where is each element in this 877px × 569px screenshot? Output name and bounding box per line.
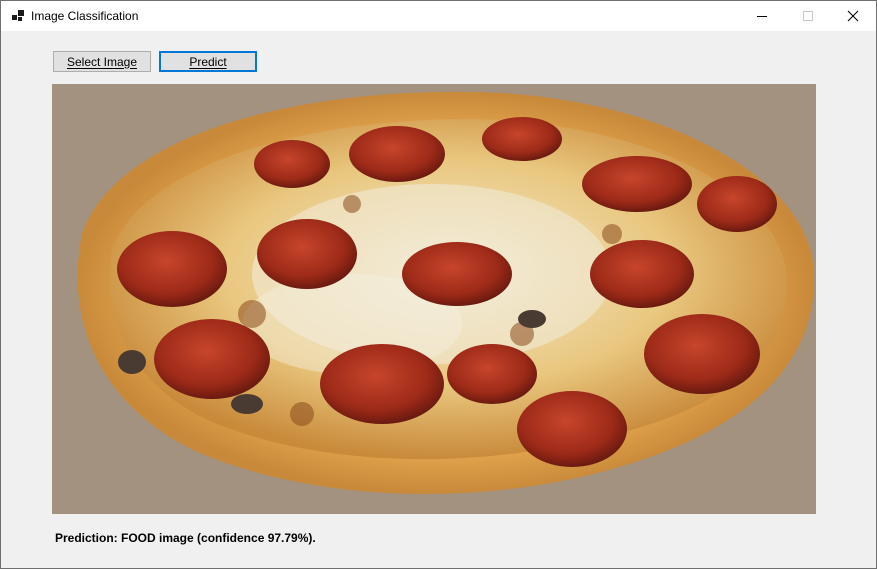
close-icon	[847, 10, 859, 22]
select-image-label: Select Image	[66, 54, 138, 69]
pizza-photo	[52, 84, 816, 514]
maximize-button[interactable]	[785, 1, 831, 31]
minimize-icon	[757, 16, 767, 17]
prediction-result: Prediction: FOOD image (confidence 97.79…	[55, 531, 316, 545]
image-preview	[52, 84, 816, 514]
maximize-icon	[803, 11, 813, 21]
title-bar[interactable]: Image Classification	[1, 1, 876, 31]
app-icon	[12, 10, 24, 21]
minimize-button[interactable]	[739, 1, 785, 31]
close-button[interactable]	[830, 1, 876, 31]
predict-button[interactable]: Predict	[159, 51, 257, 72]
window-title: Image Classification	[31, 9, 139, 23]
select-image-button[interactable]: Select Image	[53, 51, 151, 72]
predict-label: Predict	[189, 54, 227, 69]
main-window: Image Classification Select Image Predic…	[0, 0, 877, 569]
